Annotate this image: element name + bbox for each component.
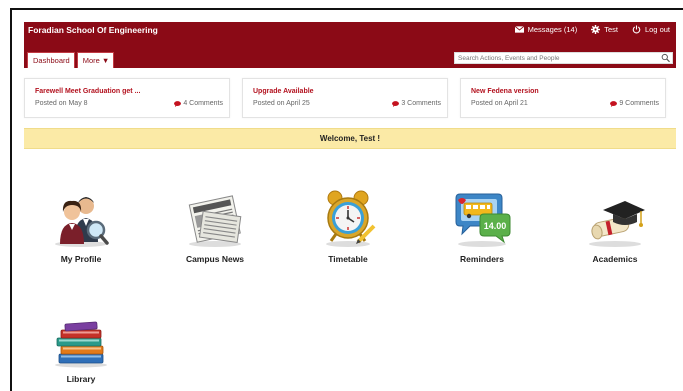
logout-label: Log out [644,25,670,34]
news-comments[interactable]: 9 Comments [610,100,659,107]
app-label[interactable]: Timetable [303,254,393,264]
news-title[interactable]: Farewell Meet Graduation get ... [35,88,140,95]
app-campus-news[interactable]: Campus News [170,192,260,264]
top-header: Foradian School Of Engineering Messages … [24,22,676,68]
app-label[interactable]: Academics [570,254,660,264]
messages-label: Messages (14) [527,25,578,34]
top-links: Messages (14) Test Log out [514,25,670,34]
app-reminders[interactable]: 14.00 Reminders [437,192,527,264]
app-label[interactable]: Campus News [170,254,260,264]
news-comments[interactable]: 4 Comments [174,100,223,107]
graduation-cap-icon [589,201,645,247]
logout-link[interactable]: Log out [632,25,670,34]
power-icon [632,25,641,34]
app-library[interactable]: Library [36,320,126,384]
news-comments[interactable]: 3 Comments [392,100,441,107]
comment-icon [174,100,182,107]
tab-dashboard[interactable]: Dashboard [27,52,75,68]
reminders-icon: 14.00 [455,193,511,247]
app-academics[interactable]: Academics [570,192,660,264]
news-title[interactable]: Upgrade Available [253,88,314,95]
school-name: Foradian School Of Engineering [28,25,158,35]
newspaper-icon [188,195,242,247]
app-label[interactable]: My Profile [36,254,126,264]
news-date: Posted on April 25 [253,100,310,107]
news-date: Posted on April 21 [471,100,528,107]
news-card[interactable]: Upgrade Available Posted on April 25 3 C… [242,78,448,118]
app-timetable[interactable]: Timetable [303,186,393,264]
books-icon [55,321,107,368]
search-box[interactable] [454,52,673,64]
alarm-clock-icon [326,190,376,247]
user-link[interactable]: Test [591,25,618,34]
news-card[interactable]: Farewell Meet Graduation get ... Posted … [24,78,230,118]
search-icon[interactable] [661,53,670,63]
svg-text:14.00: 14.00 [484,221,507,231]
messages-link[interactable]: Messages (14) [514,25,578,34]
news-card[interactable]: New Fedena version Posted on April 21 9 … [460,78,666,118]
app-label[interactable]: Library [36,374,126,384]
news-comments-label: 4 Comments [183,100,223,107]
comment-icon [392,100,400,107]
news-title[interactable]: New Fedena version [471,88,539,95]
news-date: Posted on May 8 [35,100,88,107]
app-label[interactable]: Reminders [437,254,527,264]
news-comments-label: 3 Comments [401,100,441,107]
envelope-icon [514,25,524,33]
comment-icon [610,100,618,107]
main-tabs: Dashboard More ▼ [27,52,115,68]
news-comments-label: 9 Comments [619,100,659,107]
app-my-profile[interactable]: My Profile [36,192,126,264]
user-label: Test [604,25,618,34]
tab-more[interactable]: More ▼ [76,52,115,68]
gear-icon [591,25,601,34]
profile-icon [55,197,109,247]
welcome-banner: Welcome, Test ! [24,128,676,149]
search-input[interactable] [455,54,661,62]
